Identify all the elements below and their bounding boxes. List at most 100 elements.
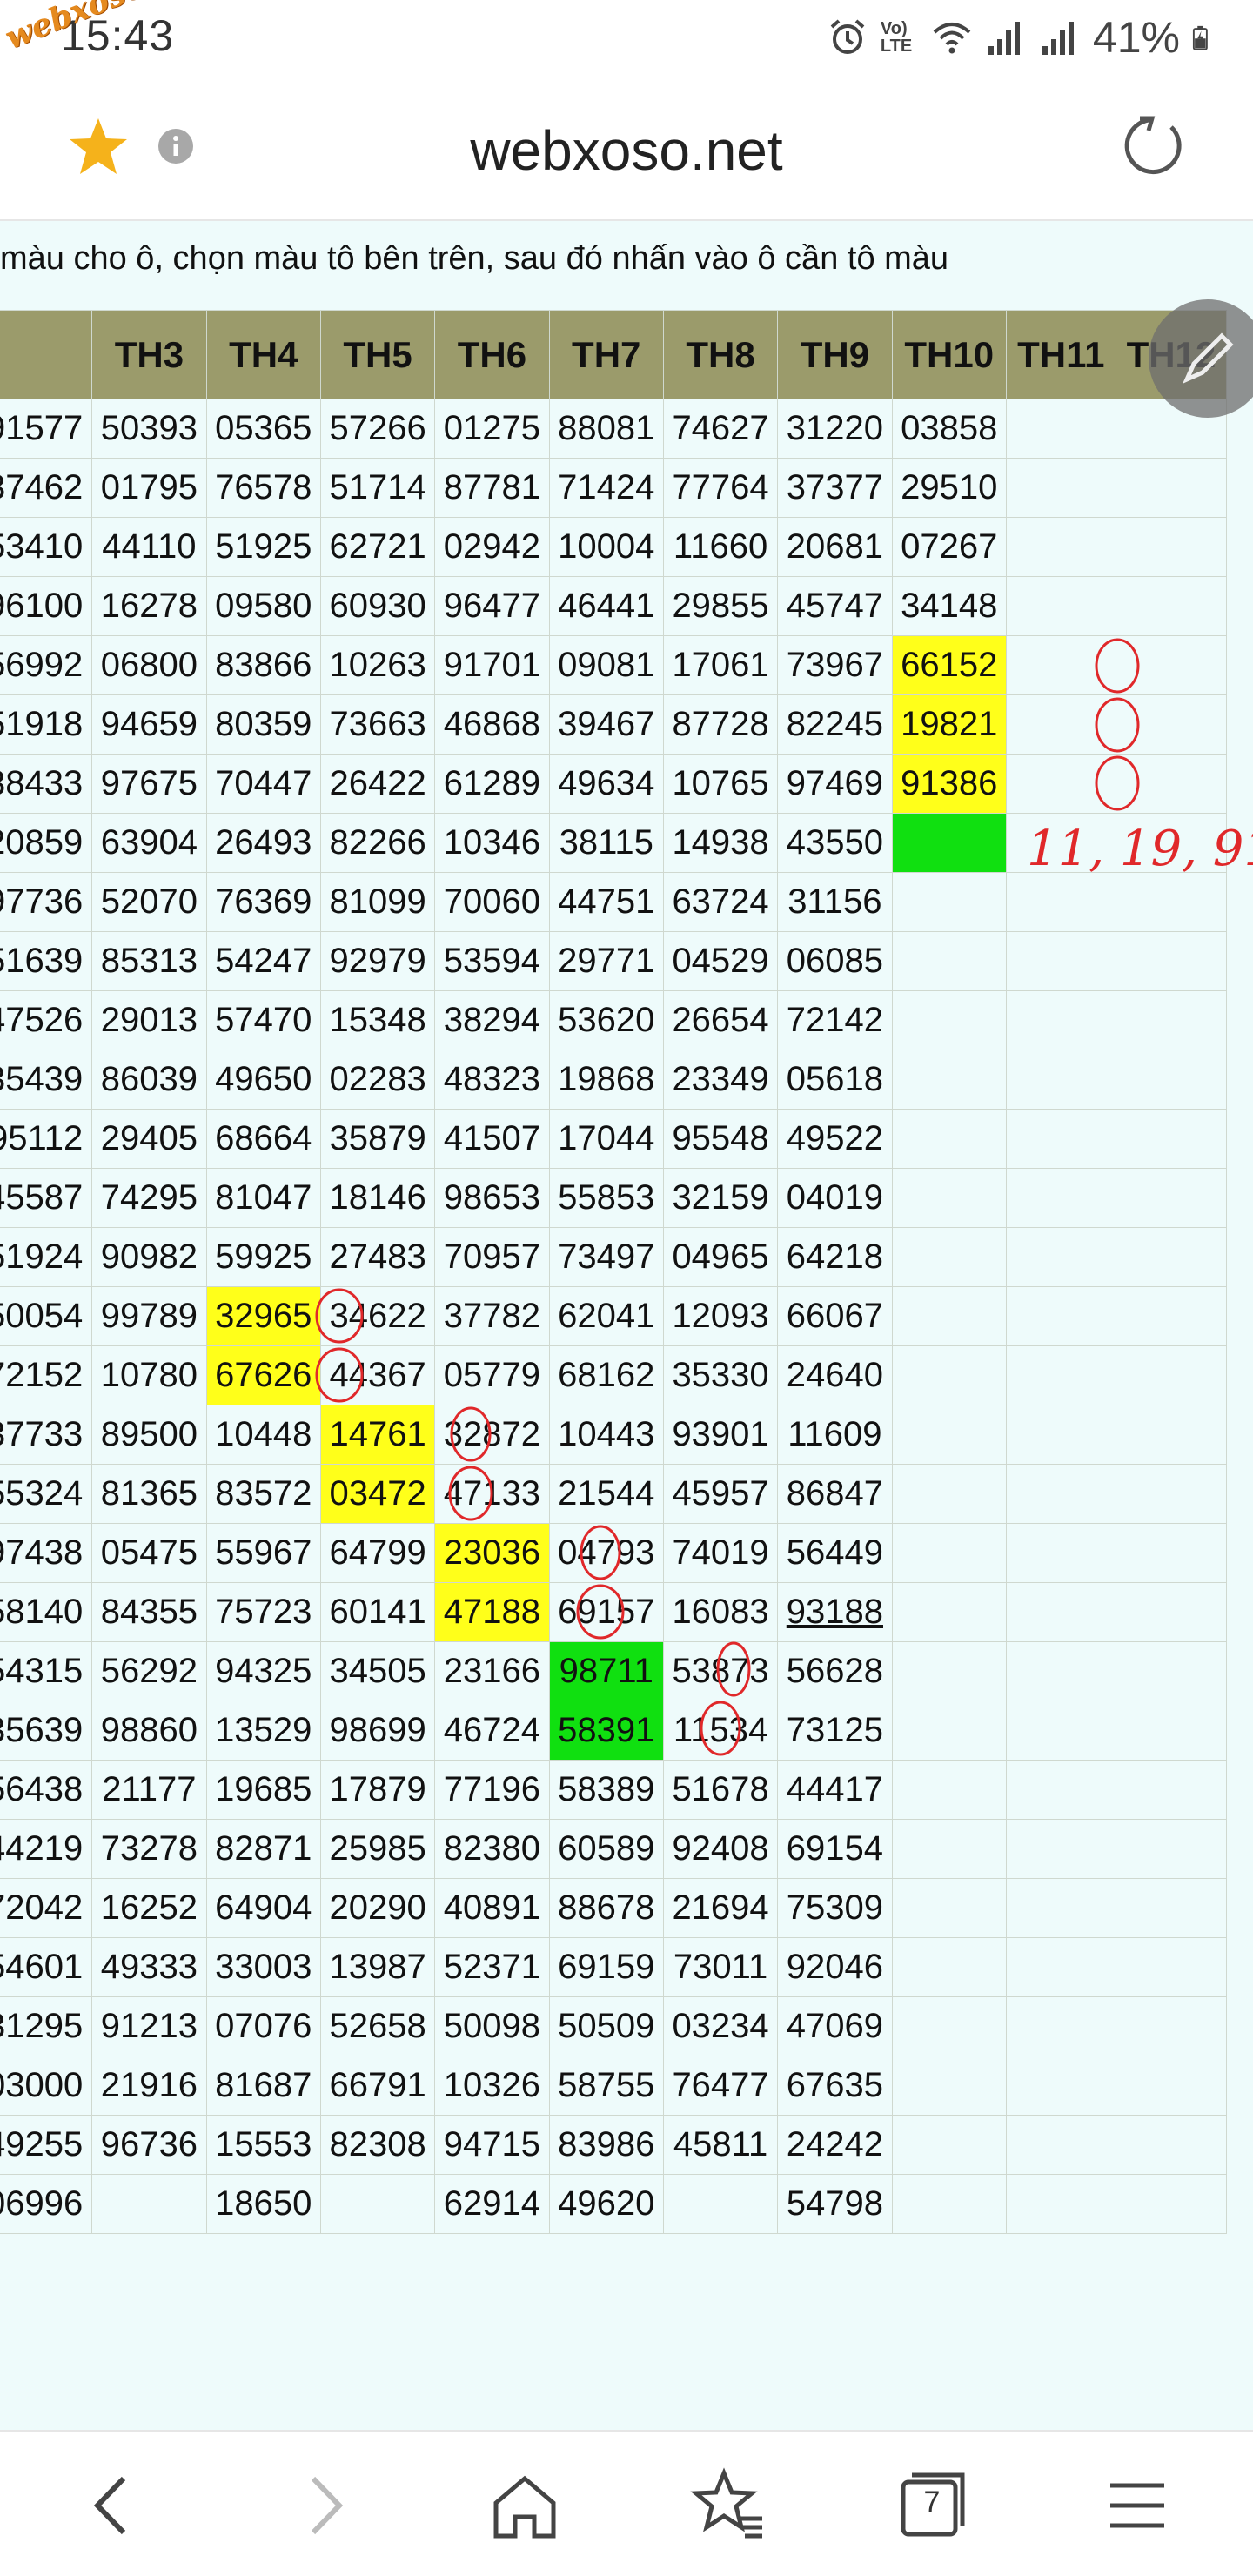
table-cell[interactable] [891, 931, 1007, 991]
table-cell[interactable]: 88678 [548, 1878, 664, 1938]
table-cell[interactable] [1115, 1109, 1228, 1169]
reload-icon[interactable] [1122, 113, 1189, 179]
table-cell[interactable]: 72042 [0, 1878, 93, 1938]
table-cell[interactable]: 95548 [662, 1109, 779, 1169]
table-cell[interactable]: 16083 [662, 1582, 779, 1642]
table-cell[interactable]: 81047 [205, 1168, 321, 1228]
table-cell[interactable]: 70447 [205, 754, 321, 814]
table-cell[interactable] [1115, 872, 1228, 932]
table-cell[interactable]: 51918 [0, 694, 93, 755]
table-cell[interactable]: 35639 [0, 1701, 93, 1761]
table-cell[interactable]: 87781 [434, 458, 550, 518]
table-cell[interactable]: 63724 [662, 872, 779, 932]
table-cell[interactable]: 91213 [91, 1996, 207, 2056]
table-cell[interactable]: 81365 [91, 1464, 207, 1524]
home-icon[interactable] [486, 2466, 564, 2545]
table-cell[interactable]: 23349 [662, 1050, 779, 1110]
table-cell[interactable]: 26422 [319, 754, 436, 814]
table-cell[interactable] [1005, 694, 1116, 755]
table-cell[interactable] [1115, 1937, 1228, 1997]
table-cell[interactable]: 62041 [548, 1286, 664, 1346]
table-cell[interactable]: 68664 [205, 1109, 321, 1169]
table-cell[interactable]: 05779 [434, 1345, 550, 1405]
table-cell[interactable]: 77764 [662, 458, 779, 518]
table-cell[interactable]: 20681 [777, 517, 893, 577]
table-cell[interactable] [1115, 1819, 1228, 1879]
table-cell[interactable] [1115, 576, 1228, 636]
table-cell[interactable]: 05365 [205, 399, 321, 459]
table-cell[interactable] [891, 1109, 1007, 1169]
table-cell[interactable]: 49522 [777, 1109, 893, 1169]
back-icon[interactable] [75, 2466, 153, 2545]
table-cell[interactable] [1115, 458, 1228, 518]
table-cell[interactable]: 77196 [434, 1760, 550, 1820]
table-cell[interactable]: 91577 [0, 399, 93, 459]
table-cell[interactable]: 21544 [548, 1464, 664, 1524]
table-cell[interactable] [1005, 990, 1116, 1050]
table-cell[interactable]: 50393 [91, 399, 207, 459]
table-cell[interactable]: 90982 [91, 1227, 207, 1287]
table-cell[interactable]: 05475 [91, 1523, 207, 1583]
table-cell[interactable]: 50054 [0, 1286, 93, 1346]
table-cell[interactable] [891, 1937, 1007, 1997]
table-cell[interactable]: 56992 [0, 635, 93, 695]
table-cell[interactable]: 58391 [548, 1701, 664, 1761]
table-cell[interactable] [1005, 754, 1116, 814]
table-cell[interactable] [1005, 576, 1116, 636]
table-cell[interactable]: 29771 [548, 931, 664, 991]
table-cell[interactable]: 60141 [319, 1582, 436, 1642]
table-cell[interactable] [1005, 1109, 1116, 1169]
table-cell[interactable] [1005, 1523, 1116, 1583]
table-cell[interactable]: 32159 [662, 1168, 779, 1228]
table-cell[interactable] [891, 2115, 1007, 2175]
table-cell[interactable]: 55967 [205, 1523, 321, 1583]
table-cell[interactable]: 97438 [0, 1523, 93, 1583]
table-cell[interactable]: 29013 [91, 990, 207, 1050]
table-cell[interactable] [91, 2174, 207, 2234]
table-cell[interactable]: 14938 [662, 813, 779, 873]
table-cell[interactable] [1005, 1878, 1116, 1938]
table-cell[interactable] [1005, 1050, 1116, 1110]
table-cell[interactable]: 10443 [548, 1405, 664, 1465]
table-cell[interactable] [1115, 1345, 1228, 1405]
table-cell[interactable]: 52658 [319, 1996, 436, 2056]
table-cell[interactable]: 06800 [91, 635, 207, 695]
table-cell[interactable]: 03234 [662, 1996, 779, 2056]
table-cell[interactable] [1005, 1937, 1116, 1997]
table-cell[interactable] [1115, 1996, 1228, 2056]
table-cell[interactable]: 26654 [662, 990, 779, 1050]
table-cell[interactable]: 64904 [205, 1878, 321, 1938]
table-cell[interactable]: 45957 [662, 1464, 779, 1524]
table-cell[interactable]: 64799 [319, 1523, 436, 1583]
table-cell[interactable]: 74019 [662, 1523, 779, 1583]
table-cell[interactable]: 83986 [548, 2115, 664, 2175]
table-cell[interactable]: 54315 [0, 1641, 93, 1701]
table-cell[interactable]: 34622 [319, 1286, 436, 1346]
table-cell[interactable]: 21916 [91, 2056, 207, 2116]
table-cell[interactable]: 20290 [319, 1878, 436, 1938]
table-cell[interactable]: 56449 [777, 1523, 893, 1583]
table-cell[interactable] [1005, 1701, 1116, 1761]
table-cell[interactable]: 73967 [777, 635, 893, 695]
table-cell[interactable]: 24640 [777, 1345, 893, 1405]
forward-icon[interactable] [284, 2466, 362, 2545]
table-cell[interactable]: 51678 [662, 1760, 779, 1820]
table-cell[interactable]: 43550 [777, 813, 893, 873]
table-cell[interactable]: 99789 [91, 1286, 207, 1346]
table-cell[interactable]: 13529 [205, 1701, 321, 1761]
table-cell[interactable]: 62721 [319, 517, 436, 577]
table-cell[interactable] [1115, 1760, 1228, 1820]
table-cell[interactable]: 49620 [548, 2174, 664, 2234]
table-cell[interactable]: 16252 [91, 1878, 207, 1938]
table-cell[interactable]: 45747 [777, 576, 893, 636]
table-cell[interactable]: 40891 [434, 1878, 550, 1938]
table-cell[interactable]: 38433 [0, 754, 93, 814]
table-cell[interactable]: 13987 [319, 1937, 436, 1997]
table-cell[interactable]: 69157 [548, 1582, 664, 1642]
table-cell[interactable]: 35439 [0, 1050, 93, 1110]
table-cell[interactable]: 81099 [319, 872, 436, 932]
table-cell[interactable]: 49634 [548, 754, 664, 814]
table-cell[interactable]: 96736 [91, 2115, 207, 2175]
table-cell[interactable]: 82245 [777, 694, 893, 755]
table-cell[interactable]: 47526 [0, 990, 93, 1050]
